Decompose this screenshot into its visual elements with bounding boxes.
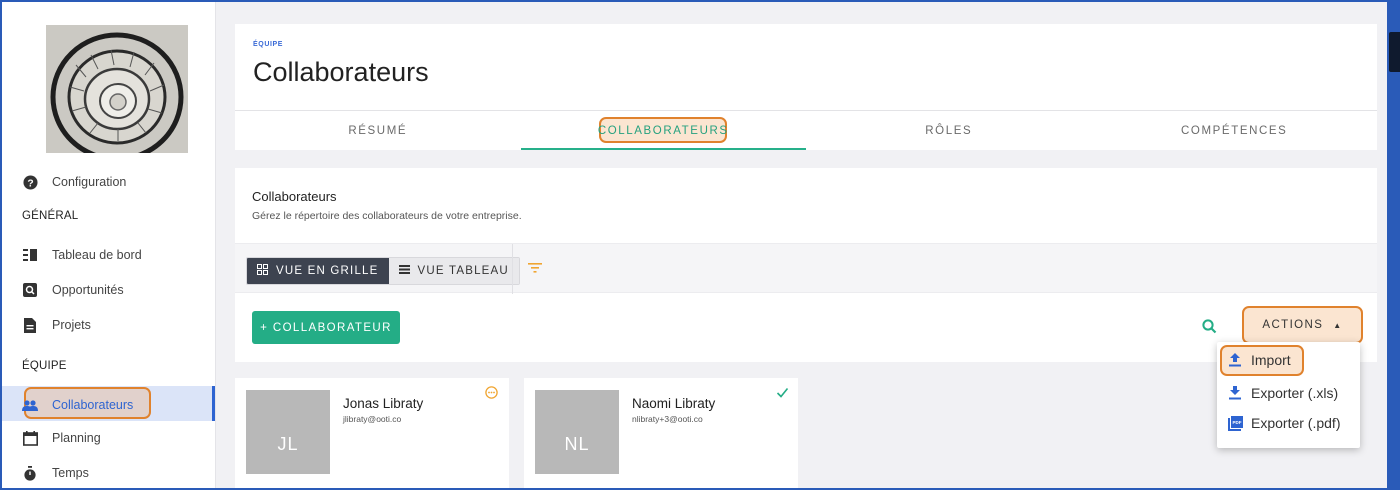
section-label-equipe: ÉQUIPE <box>22 360 67 372</box>
sidebar-item-label: Planning <box>52 431 101 445</box>
table-view-button[interactable]: VUE TABLEAU <box>388 258 519 284</box>
sidebar-item-configuration[interactable]: ? Configuration <box>22 174 126 190</box>
sidebar-item-label: Configuration <box>52 175 127 189</box>
tab-bar: RÉSUMÉ COLLABORATEURS RÔLES COMPÉTENCES <box>235 110 1377 150</box>
svg-text:PDF: PDF <box>1232 420 1241 425</box>
collaborator-card[interactable]: NL Naomi Libraty nlibraty+3@ooti.co <box>524 378 798 488</box>
pending-icon <box>485 386 498 399</box>
dashboard-icon <box>22 247 38 263</box>
sidebar-item-temps[interactable]: Temps <box>22 465 89 481</box>
company-logo-image <box>46 25 188 153</box>
window-notch <box>1389 32 1400 72</box>
grid-view-label: VUE EN GRILLE <box>276 265 379 277</box>
add-collaborator-button[interactable]: + COLLABORATEUR <box>252 311 400 344</box>
sidebar-item-label: Opportunités <box>52 283 124 297</box>
view-toggle: VUE EN GRILLE VUE TABLEAU <box>246 257 520 285</box>
avatar: NL <box>535 390 619 474</box>
section-subtitle: Gérez le répertoire des collaborateurs d… <box>252 210 522 222</box>
people-icon <box>22 397 38 413</box>
collaborator-card[interactable]: JL Jonas Libraty jlibraty@ooti.co <box>235 378 509 488</box>
calendar-icon <box>22 430 38 446</box>
search-box-icon <box>22 282 38 298</box>
menu-item-import[interactable]: Import <box>1227 352 1291 368</box>
sidebar-item-label: Collaborateurs <box>52 398 134 412</box>
actions-label: ACTIONS <box>1262 319 1324 331</box>
stopwatch-icon <box>22 465 38 481</box>
tab-resume[interactable]: RÉSUMÉ <box>235 111 521 150</box>
sidebar-item-collaborateurs[interactable]: Collaborateurs <box>22 397 133 413</box>
page-title: Collaborateurs <box>253 57 429 87</box>
collaborator-name: Naomi Libraty <box>632 396 716 411</box>
tab-label: COMPÉTENCES <box>1181 124 1288 137</box>
pdf-icon: PDF <box>1227 415 1243 431</box>
grid-view-button[interactable]: VUE EN GRILLE <box>247 258 389 284</box>
actions-button[interactable]: ACTIONS ▲ <box>1245 309 1360 341</box>
tab-roles[interactable]: RÔLES <box>806 111 1092 150</box>
sidebar-item-label: Projets <box>52 318 91 332</box>
menu-item-export-xls[interactable]: Exporter (.xls) <box>1227 385 1338 401</box>
app-window: ? Configuration GÉNÉRAL Tableau de bord … <box>2 2 1387 488</box>
actions-menu: Import Exporter (.xls) PDF Exporter (.pd… <box>1217 342 1360 448</box>
collaborator-email: nlibraty+3@ooti.co <box>632 414 703 424</box>
menu-item-label: Exporter (.xls) <box>1251 385 1339 401</box>
tab-collaborateurs[interactable]: COLLABORATEURS <box>520 111 807 150</box>
caret-up-icon: ▲ <box>1333 320 1343 330</box>
table-view-label: VUE TABLEAU <box>417 265 509 277</box>
sidebar-item-projects[interactable]: Projets <box>22 317 91 333</box>
menu-item-label: Import <box>1251 352 1291 368</box>
sidebar-item-opportunities[interactable]: Opportunités <box>22 282 124 298</box>
window-edge <box>1387 0 1400 490</box>
breadcrumb: ÉQUIPE <box>253 41 284 48</box>
sidebar-item-planning[interactable]: Planning <box>22 430 101 446</box>
toolbar-divider <box>512 244 513 294</box>
search-icon[interactable] <box>1201 318 1219 336</box>
upload-icon <box>1227 352 1243 368</box>
filter-icon[interactable] <box>528 261 542 273</box>
collaborator-email: jlibraty@ooti.co <box>343 414 402 424</box>
svg-text:?: ? <box>27 178 33 189</box>
tab-label: RÔLES <box>925 124 973 137</box>
sidebar-item-dashboard[interactable]: Tableau de bord <box>22 247 142 263</box>
menu-item-label: Exporter (.pdf) <box>1251 415 1341 431</box>
avatar: JL <box>246 390 330 474</box>
tab-label: COLLABORATEURS <box>597 124 729 137</box>
check-icon <box>776 386 789 399</box>
page-header: ÉQUIPE Collaborateurs RÉSUMÉ COLLABORATE… <box>235 24 1377 150</box>
collaborator-name: Jonas Libraty <box>343 396 424 411</box>
download-icon <box>1227 385 1243 401</box>
tab-competences[interactable]: COMPÉTENCES <box>1092 111 1378 150</box>
sidebar: ? Configuration GÉNÉRAL Tableau de bord … <box>2 2 216 488</box>
section-label-general: GÉNÉRAL <box>22 210 79 222</box>
view-toolbar: VUE EN GRILLE VUE TABLEAU <box>235 243 1377 294</box>
list-icon <box>398 265 410 277</box>
collaborators-panel: Collaborateurs Gérez le répertoire des c… <box>235 168 1377 362</box>
tab-label: RÉSUMÉ <box>348 124 408 137</box>
menu-item-export-pdf[interactable]: PDF Exporter (.pdf) <box>1227 415 1340 431</box>
document-icon <box>22 317 38 333</box>
help-circle-icon: ? <box>22 174 38 190</box>
section-title: Collaborateurs <box>252 189 337 204</box>
sidebar-item-label: Temps <box>52 466 89 480</box>
sidebar-item-label: Tableau de bord <box>52 248 142 262</box>
grid-icon <box>257 264 268 278</box>
